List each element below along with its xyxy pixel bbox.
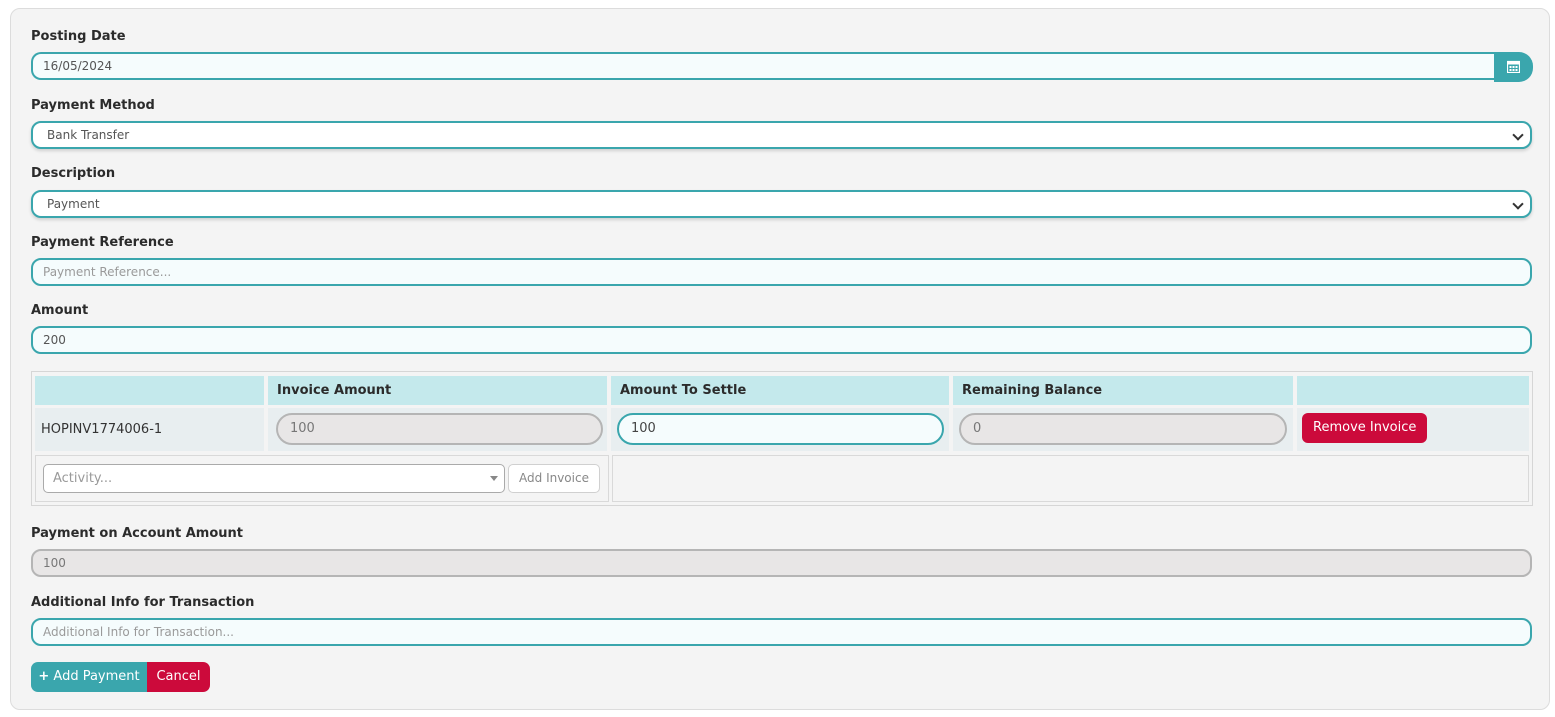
invoice-amount-cell: 100 <box>268 408 607 451</box>
amount-input[interactable]: 200 <box>31 326 1532 354</box>
payment-method-select[interactable]: Bank Transfer <box>31 121 1532 149</box>
posting-date-label: Posting Date <box>31 29 126 44</box>
add-invoice-row: Activity... Add Invoice <box>35 455 609 502</box>
table-header-invoice-amount: Invoice Amount <box>268 376 607 405</box>
calendar-button[interactable] <box>1494 52 1533 82</box>
additional-info-label: Additional Info for Transaction <box>31 595 255 610</box>
payment-method-value: Bank Transfer <box>47 128 130 142</box>
cancel-button[interactable]: Cancel <box>147 662 210 692</box>
amount-to-settle-cell: 100 <box>611 408 949 451</box>
activity-select[interactable]: Activity... <box>43 464 505 493</box>
payment-reference-label: Payment Reference <box>31 235 174 250</box>
table-header-actions <box>1297 376 1529 405</box>
add-payment-button[interactable]: + Add Payment <box>31 662 147 692</box>
invoice-amount-field: 100 <box>276 413 603 445</box>
description-select[interactable]: Payment <box>31 190 1532 218</box>
description-label: Description <box>31 166 116 181</box>
amount-to-settle-input[interactable]: 100 <box>617 413 944 445</box>
add-payment-label: Add Payment <box>53 669 140 684</box>
table-header-remaining-balance: Remaining Balance <box>953 376 1293 405</box>
payment-method-label: Payment Method <box>31 98 155 113</box>
calendar-icon <box>1507 60 1520 73</box>
invoice-table: Invoice Amount Amount To Settle Remainin… <box>31 371 1533 506</box>
additional-info-input[interactable]: Additional Info for Transaction... <box>31 618 1532 646</box>
payment-form-panel: Posting Date 16/05/2024 Payment Method B… <box>10 8 1550 710</box>
remove-invoice-button[interactable]: Remove Invoice <box>1302 413 1428 443</box>
actions-cell: Remove Invoice <box>1297 408 1529 451</box>
table-header-invoice-id <box>35 376 264 405</box>
chevron-down-icon <box>1512 129 1524 141</box>
amount-label: Amount <box>31 303 89 318</box>
payment-on-account-label: Payment on Account Amount <box>31 526 244 541</box>
payment-reference-input[interactable]: Payment Reference... <box>31 258 1532 286</box>
add-invoice-row-empty <box>612 455 1529 502</box>
invoice-id: HOPINV1774006-1 <box>41 422 163 437</box>
plus-icon: + <box>38 669 50 684</box>
payment-on-account-field: 100 <box>31 549 1532 577</box>
table-header-amount-to-settle: Amount To Settle <box>611 376 949 405</box>
remaining-balance-cell: 0 <box>953 408 1293 451</box>
posting-date-input[interactable]: 16/05/2024 <box>31 52 1495 80</box>
remaining-balance-field: 0 <box>959 413 1287 445</box>
chevron-down-icon <box>1512 198 1524 210</box>
caret-down-icon <box>490 476 498 481</box>
table-row: HOPINV1774006-1 <box>35 408 264 451</box>
description-value: Payment <box>47 197 100 211</box>
activity-placeholder: Activity... <box>53 471 113 486</box>
add-invoice-button[interactable]: Add Invoice <box>508 464 600 493</box>
